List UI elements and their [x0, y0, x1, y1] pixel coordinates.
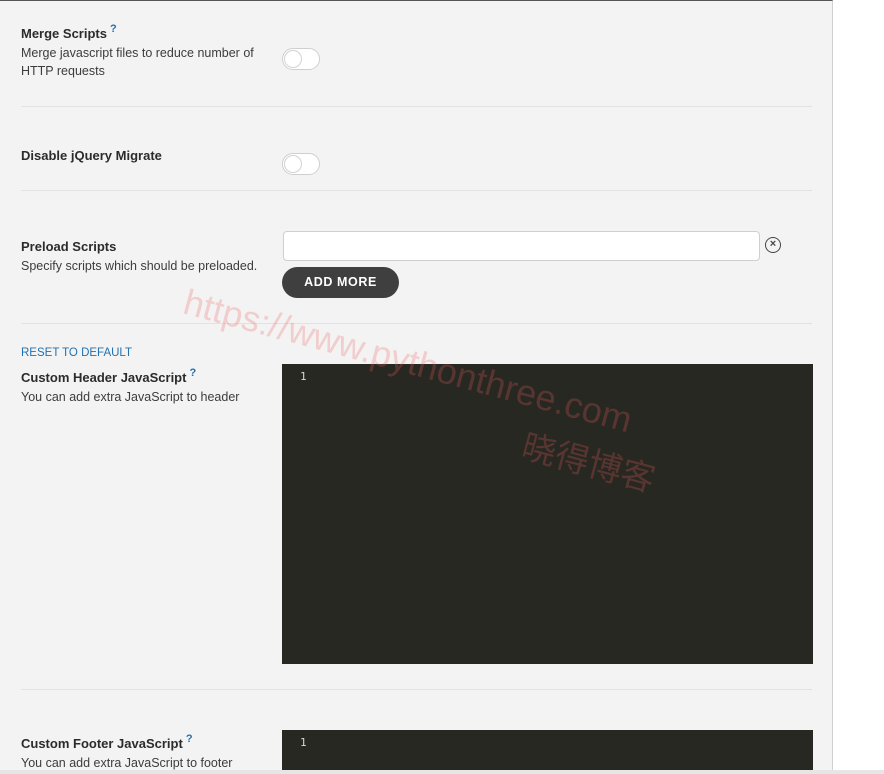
- custom-header-js-label: Custom Header JavaScript: [21, 370, 187, 385]
- clear-input-icon[interactable]: ×: [765, 237, 781, 253]
- settings-panel: Merge Scripts? Merge javascript files to…: [0, 0, 833, 774]
- preload-scripts-description: Specify scripts which should be preloade…: [21, 259, 258, 273]
- divider: [21, 106, 812, 107]
- custom-footer-js-editor[interactable]: 1: [282, 730, 813, 774]
- merge-scripts-toggle[interactable]: [282, 48, 320, 70]
- toggle-knob: [284, 155, 302, 173]
- line-number: 1: [300, 736, 307, 749]
- disable-jquery-migrate-toggle[interactable]: [282, 153, 320, 175]
- reset-to-default-link[interactable]: RESET TO DEFAULT: [21, 347, 132, 359]
- merge-scripts-help-icon[interactable]: ?: [110, 23, 117, 35]
- divider: [21, 190, 812, 191]
- merge-scripts-label: Merge Scripts: [21, 26, 107, 41]
- custom-footer-js-help-icon[interactable]: ?: [186, 733, 193, 745]
- custom-header-js-help-icon[interactable]: ?: [189, 367, 196, 379]
- preload-scripts-input[interactable]: [283, 231, 760, 261]
- horizontal-scrollbar[interactable]: [0, 770, 884, 774]
- merge-scripts-description: Merge javascript files to reduce number …: [21, 46, 254, 78]
- line-number: 1: [300, 370, 307, 383]
- custom-header-js-title: Custom Header JavaScript?: [21, 367, 196, 385]
- custom-header-js-editor[interactable]: 1: [282, 364, 813, 664]
- merge-scripts-title: Merge Scripts?: [21, 23, 117, 41]
- custom-footer-js-label: Custom Footer JavaScript: [21, 736, 183, 751]
- disable-jquery-migrate-title: Disable jQuery Migrate: [21, 148, 162, 163]
- custom-header-js-description: You can add extra JavaScript to header: [21, 390, 240, 404]
- add-more-button[interactable]: ADD MORE: [282, 267, 399, 298]
- custom-footer-js-title: Custom Footer JavaScript?: [21, 733, 193, 751]
- divider: [21, 689, 812, 690]
- toggle-knob: [284, 50, 302, 68]
- divider: [21, 323, 812, 324]
- preload-scripts-title: Preload Scripts: [21, 239, 117, 254]
